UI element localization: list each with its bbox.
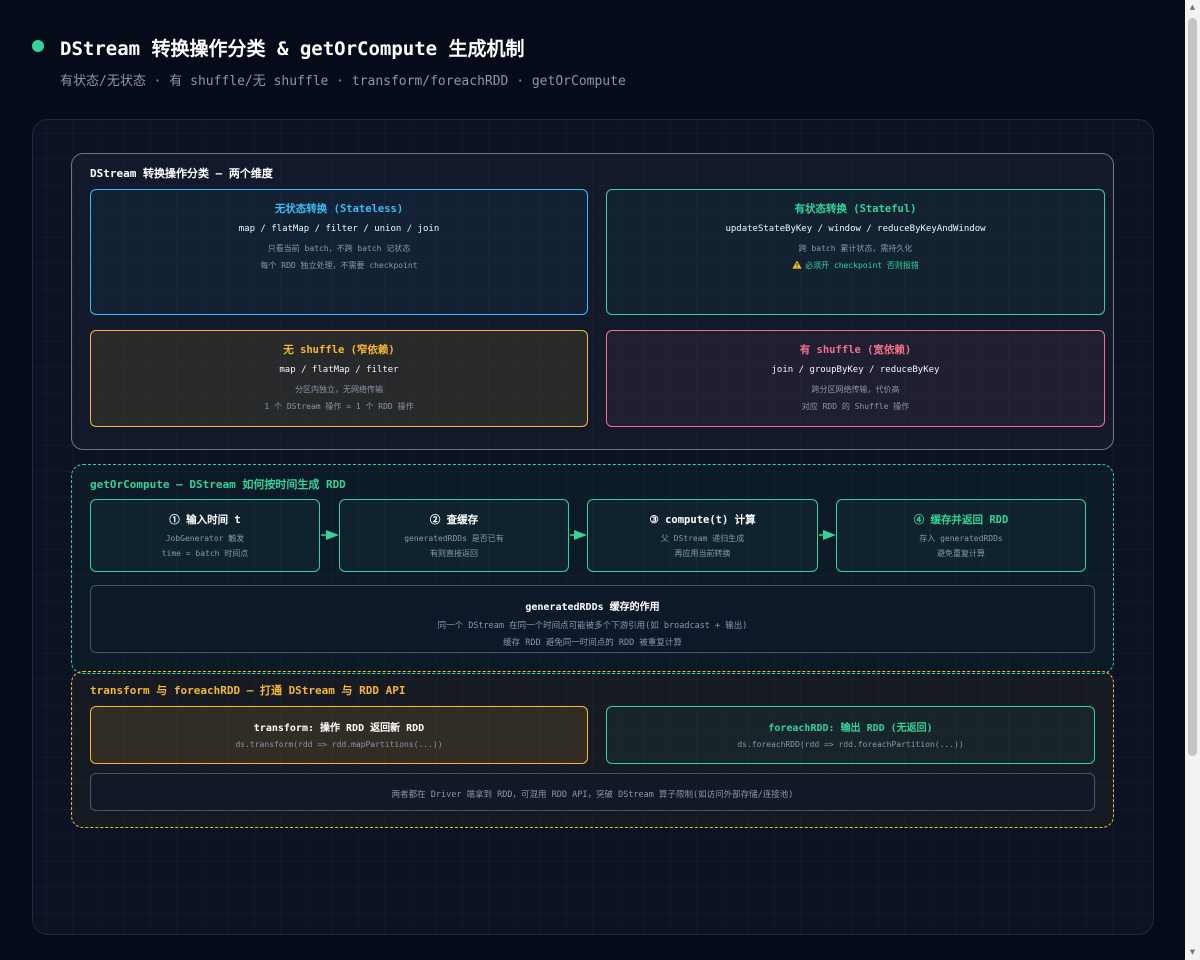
narrow-title: 无 shuffle (窄依赖) [283,344,395,356]
cache-line-1: 同一个 DStream 在同一个时间点可能被多个下游引用(如 broadcast… [437,621,748,631]
transform-box-title: transform: 操作 RDD 返回新 RDD [253,723,425,734]
foreachrdd-box: foreachRDD: 输出 RDD (无返回) ds.foreachRDD(r… [606,706,1095,764]
transform-box-code: ds.transform(rdd => rdd.mapPartitions(..… [235,740,443,749]
page-scrollbar[interactable]: ▲ ▼ [1185,0,1200,960]
wide-desc-2: 对应 RDD 的 Shuffle 操作 [801,402,910,411]
stateless-desc-2: 每个 RDD 独立处理，不需要 checkpoint [260,261,418,270]
scroll-thumb[interactable] [1188,18,1197,756]
cache-line-2: 缓存 RDD 避免同一时间点的 RDD 被重复计算 [503,638,682,648]
narrow-box: 无 shuffle (窄依赖) map / flatMap / filter 分… [90,330,588,427]
step-2-line-1: generatedRDDs 是否已有 [404,534,504,543]
warning-icon [792,260,802,269]
step-3-title: ③ compute(t) 计算 [649,514,756,526]
transform-box: transform: 操作 RDD 返回新 RDD ds.transform(r… [90,706,588,764]
step-4-line-2: 避免重复计算 [937,549,985,558]
step-1-box: ① 输入时间 t JobGenerator 触发 time = batch 时间… [90,499,320,572]
scroll-down-icon[interactable]: ▼ [1185,945,1200,960]
transform-title: transform 与 foreachRDD — 打通 DStream 与 RD… [90,684,406,697]
page-title: DStream 转换操作分类 & getOrCompute 生成机制 [60,38,525,60]
step-2-box: ② 查缓存 generatedRDDs 是否已有 有则直接返回 [339,499,569,572]
stateless-ops: map / flatMap / filter / union / join [238,224,440,234]
wide-desc-1: 跨分区网络传输，代价高 [811,385,900,394]
stateless-title: 无状态转换 (Stateless) [274,203,404,215]
step-1-line-2: time = batch 时间点 [161,549,249,558]
stateful-title: 有状态转换 (Stateful) [794,203,917,215]
step-3-box: ③ compute(t) 计算 父 DStream 递归生成 再应用当前转换 [587,499,818,572]
narrow-desc-2: 1 个 DStream 操作 = 1 个 RDD 操作 [264,402,414,411]
step-2-line-2: 有则直接返回 [430,549,478,558]
wide-ops: join / groupByKey / reduceByKey [771,365,940,375]
status-dot [32,40,44,52]
stateful-warning: 必须开 checkpoint 否则报错 [607,260,1104,271]
cache-title: generatedRDDs 缓存的作用 [525,602,660,613]
narrow-ops: map / flatMap / filter [279,365,399,375]
stateful-ops: updateStateByKey / window / reduceByKeyA… [725,224,986,234]
stateless-box: 无状态转换 (Stateless) map / flatMap / filter… [90,189,588,315]
scroll-up-icon[interactable]: ▲ [1185,0,1200,15]
getorcompute-title: getOrCompute — DStream 如何按时间生成 RDD [90,478,346,491]
wide-box: 有 shuffle (宽依赖) join / groupByKey / redu… [606,330,1105,427]
step-4-line-1: 存入 generatedRDDs [919,534,1003,543]
transform-note: 两者都在 Driver 端拿到 RDD，可混用 RDD API，突破 DStre… [391,790,794,800]
step-2-title: ② 查缓存 [429,514,479,526]
step-3-line-1: 父 DStream 递归生成 [660,534,745,543]
stateful-desc-2: 必须开 checkpoint 否则报错 [805,261,919,270]
stateless-desc-1: 只看当前 batch，不跨 batch 记状态 [267,244,411,253]
wide-title: 有 shuffle (宽依赖) [799,344,912,356]
cache-box: generatedRDDs 缓存的作用 同一个 DStream 在同一个时间点可… [90,585,1095,653]
step-1-title: ① 输入时间 t [169,514,241,526]
step-4-box: ④ 缓存并返回 RDD 存入 generatedRDDs 避免重复计算 [836,499,1086,572]
step-1-line-1: JobGenerator 触发 [165,534,245,543]
page-subtitle: 有状态/无状态 · 有 shuffle/无 shuffle · transfor… [60,74,626,89]
step-3-line-2: 再应用当前转换 [674,549,731,558]
classify-title: DStream 转换操作分类 — 两个维度 [90,167,273,180]
stateful-desc-1: 跨 batch 累计状态，需持久化 [798,244,913,253]
foreachrdd-box-title: foreachRDD: 输出 RDD (无返回) [768,723,933,734]
stateful-box: 有状态转换 (Stateful) updateStateByKey / wind… [606,189,1105,315]
transform-note-box: 两者都在 Driver 端拿到 RDD，可混用 RDD API，突破 DStre… [90,773,1095,811]
step-4-title: ④ 缓存并返回 RDD [913,514,1009,526]
foreachrdd-box-code: ds.foreachRDD(rdd => rdd.foreachPartitio… [737,740,964,749]
narrow-desc-1: 分区内独立，无网络传输 [295,385,383,394]
